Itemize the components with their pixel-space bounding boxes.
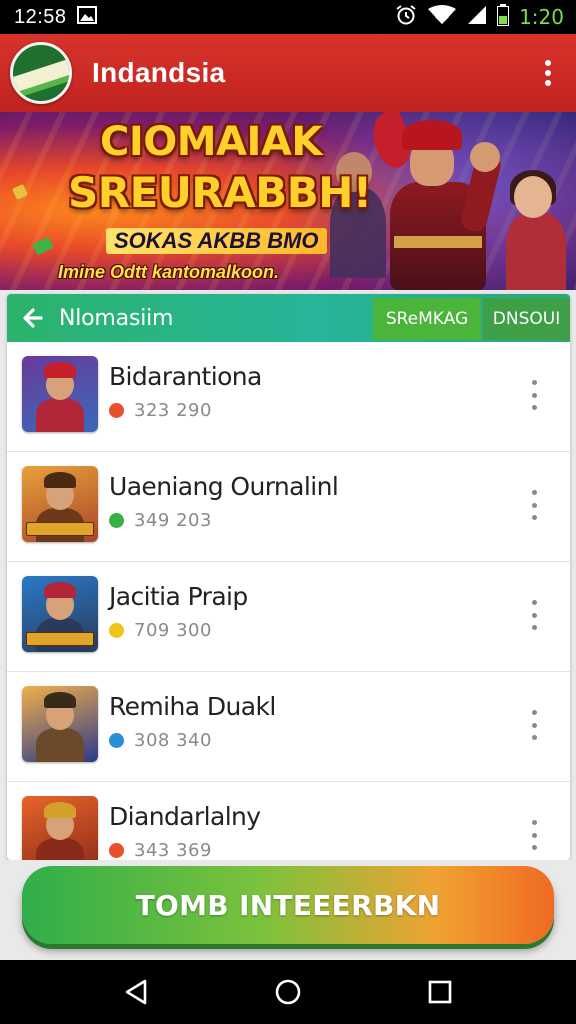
more-options-icon[interactable]	[528, 380, 540, 410]
alarm-icon	[395, 4, 417, 31]
app-bar: Indandsia	[0, 34, 576, 112]
status-dot	[109, 843, 124, 858]
game-thumbnail	[22, 686, 98, 762]
game-name: Uaeniang Ournalinl	[109, 472, 339, 501]
app-title: Indandsia	[92, 57, 226, 88]
tab-2[interactable]: DNSOUI	[483, 298, 570, 340]
game-count: 323 290	[134, 400, 212, 421]
game-name: Bidarantiona	[109, 362, 262, 391]
signal-icon	[467, 5, 487, 30]
banner-heading-line1: CIOMAIAK	[100, 119, 322, 165]
list-item[interactable]: Jacitia Praip 709 300	[7, 562, 570, 672]
back-icon[interactable]	[116, 972, 156, 1012]
status-dot	[109, 513, 124, 528]
game-name: Jacitia Praip	[109, 582, 248, 611]
game-meta: 349 203	[109, 510, 212, 531]
overflow-menu-icon[interactable]	[538, 56, 558, 90]
game-thumbnail	[22, 466, 98, 542]
game-thumbnail	[22, 796, 98, 860]
list-item[interactable]: Uaeniang Ournalinl 349 203	[7, 452, 570, 562]
game-meta: 709 300	[109, 620, 212, 641]
wifi-icon	[427, 4, 457, 30]
status-dot	[109, 733, 124, 748]
banner-subheading: SOKAS AKBB BMO	[106, 228, 327, 254]
game-list: Bidarantiona 323 290 Uaeniang Ournalinl …	[7, 342, 570, 860]
game-count: 709 300	[134, 620, 212, 641]
status-time: 12:58	[14, 5, 67, 28]
game-list-panel: Nlomasiim SReMKAG DNSOUI Bidarantiona 32…	[7, 294, 570, 860]
game-meta: 343 369	[109, 840, 212, 860]
game-meta: 323 290	[109, 400, 212, 421]
game-meta: 308 340	[109, 730, 212, 751]
status-dot	[109, 623, 124, 638]
game-thumbnail	[22, 356, 98, 432]
banner-tagline: Imine Odtt kantomalkoon.	[58, 262, 280, 282]
battery-icon	[497, 3, 510, 31]
more-options-icon[interactable]	[528, 600, 540, 630]
banner-heading-line2: SREURABBH!	[68, 168, 372, 217]
more-options-icon[interactable]	[528, 490, 540, 520]
list-item[interactable]: Remiha Duakl 308 340	[7, 672, 570, 782]
list-item[interactable]: Diandarlalny 343 369	[7, 782, 570, 860]
promo-banner[interactable]: CIOMAIAK SREURABBH! SOKAS AKBB BMO Imine…	[0, 112, 576, 290]
back-arrow-icon[interactable]	[21, 306, 45, 330]
game-thumbnail	[22, 576, 98, 652]
game-count: 349 203	[134, 510, 212, 531]
system-nav-bar	[0, 960, 576, 1024]
game-name: Diandarlalny	[109, 802, 261, 831]
primary-cta-button[interactable]: TOMB INTEEERBKN	[22, 866, 554, 944]
list-item[interactable]: Bidarantiona 323 290	[7, 342, 570, 452]
status-dot	[109, 403, 124, 418]
tab-1[interactable]: SReMKAG	[373, 298, 481, 340]
more-options-icon[interactable]	[528, 710, 540, 740]
section-header: Nlomasiim SReMKAG DNSOUI	[7, 294, 570, 342]
more-options-icon[interactable]	[528, 820, 540, 850]
section-title: Nlomasiim	[59, 305, 174, 331]
game-name: Remiha Duakl	[109, 692, 276, 721]
app-logo[interactable]	[10, 42, 72, 104]
game-count: 343 369	[134, 840, 212, 860]
home-icon[interactable]	[268, 972, 308, 1012]
status-bar: 12:58 1:20	[0, 0, 576, 34]
cta-label: TOMB INTEEERBKN	[135, 888, 441, 922]
image-icon	[76, 5, 97, 29]
game-count: 308 340	[134, 730, 212, 751]
status-clock: 1:20	[519, 5, 564, 29]
recents-icon[interactable]	[420, 972, 460, 1012]
